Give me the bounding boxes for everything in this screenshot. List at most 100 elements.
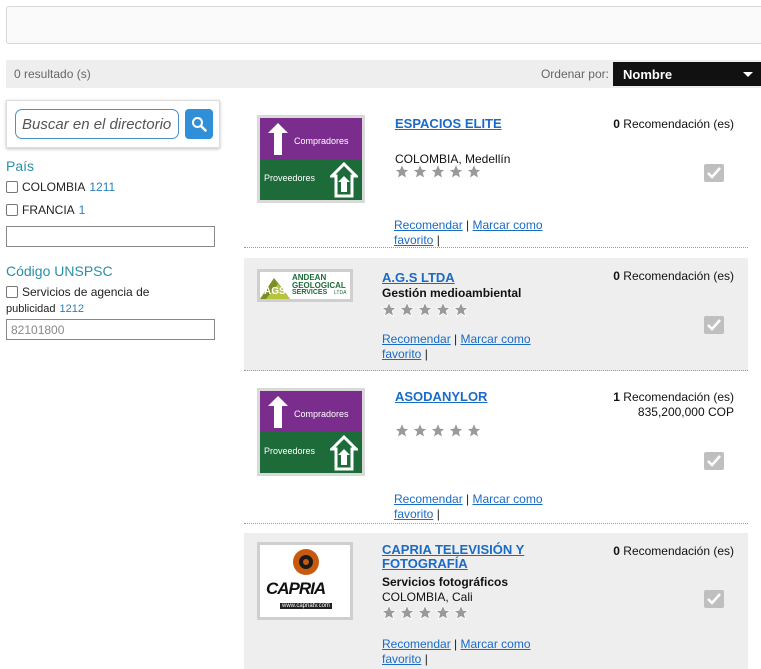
logo-text: Compradores (294, 409, 349, 419)
rating-stars[interactable] (380, 301, 470, 318)
search-input[interactable] (15, 109, 179, 139)
facet-option-count: 1 (78, 203, 86, 217)
rating-stars[interactable] (393, 422, 483, 439)
separator (244, 370, 748, 371)
check-icon (707, 593, 721, 605)
star-icon[interactable] (452, 604, 470, 621)
company-name-link[interactable]: ESPACIOS ELITE (395, 117, 502, 131)
star-icon[interactable] (411, 163, 429, 180)
facet-option-count: 1212 (59, 303, 85, 315)
rec-count: 1 (613, 390, 620, 404)
unspsc-filter-input[interactable] (6, 319, 215, 340)
favorite-toggle[interactable] (704, 590, 724, 608)
favorite-link-cont[interactable]: favorito (394, 233, 433, 247)
sort-select[interactable]: Nombre (613, 62, 761, 86)
star-icon[interactable] (429, 163, 447, 180)
logo-text: Proveedores (264, 446, 316, 456)
company-logo[interactable]: Compradores Proveedores (257, 388, 365, 476)
company-location: COLOMBIA, Cali (382, 590, 473, 604)
star-icon[interactable] (447, 422, 465, 439)
star-icon[interactable] (393, 163, 411, 180)
upload-arrow-icon (268, 396, 288, 428)
logo-text: Compradores (294, 136, 349, 146)
logo-text: www.capriatv.com (280, 603, 332, 609)
logo-text: LTDA (334, 290, 347, 296)
star-icon[interactable] (398, 604, 416, 621)
facet-unspsc-title: Código UNSPSC (6, 263, 113, 279)
facet-option-label: FRANCIA (22, 203, 75, 217)
check-icon (707, 319, 721, 331)
star-icon[interactable] (465, 163, 483, 180)
facet-option-servicios[interactable]: Servicios de agencia de (6, 285, 226, 299)
favorite-link[interactable]: Marcar como (461, 332, 531, 346)
sort-value: Nombre (623, 66, 673, 82)
favorite-link[interactable]: Marcar como (473, 218, 543, 232)
facet-option-count: 1211 (89, 180, 116, 194)
rec-label: Recomendación (es) (623, 390, 734, 404)
rating-stars[interactable] (393, 163, 483, 180)
rec-label: Recomendación (es) (623, 117, 734, 131)
favorite-toggle[interactable] (704, 452, 724, 470)
recommendations: 0 Recomendación (es) (613, 544, 734, 559)
star-icon[interactable] (398, 301, 416, 318)
company-name-link[interactable]: A.G.S LTDA (382, 271, 455, 285)
favorite-toggle[interactable] (704, 316, 724, 334)
listing-item: AGS ANDEAN GEOLOGICAL SERVICES LTDA A.G.… (244, 258, 748, 371)
house-icon (330, 162, 358, 198)
sidebar: País COLOMBIA 1211 FRANCIA 1 Código UNSP… (6, 100, 226, 340)
checkbox[interactable] (6, 181, 18, 193)
rec-count: 0 (613, 117, 620, 131)
logo-text: AGS (264, 286, 286, 297)
results-bar: 0 resultado (s) Ordenar por: Nombre (6, 60, 761, 88)
favorite-link-cont[interactable]: favorito (382, 652, 421, 666)
favorite-link[interactable]: Marcar como (461, 637, 531, 651)
company-name-link[interactable]: ASODANYLOR (395, 390, 487, 404)
star-icon[interactable] (416, 604, 434, 621)
recommendations: 1 Recomendación (es) 835,200,000 COP (613, 390, 734, 420)
listing-actions: Recomendar | Marcar como favorito | (394, 218, 543, 247)
star-icon[interactable] (380, 604, 398, 621)
search-button[interactable] (185, 109, 213, 139)
country-filter-input[interactable] (6, 226, 215, 247)
rec-count: 0 (613, 269, 620, 283)
favorite-link[interactable]: Marcar como (473, 492, 543, 506)
company-logo[interactable]: Compradores Proveedores (257, 115, 365, 203)
star-icon[interactable] (393, 422, 411, 439)
star-icon[interactable] (434, 301, 452, 318)
checkbox[interactable] (6, 204, 18, 216)
star-icon[interactable] (429, 422, 447, 439)
logo-text: CAPRIA (266, 579, 326, 598)
favorite-link-cont[interactable]: favorito (394, 507, 433, 521)
facet-country-title: País (6, 158, 35, 174)
company-name-link[interactable]: CAPRIA TELEVISIÓN Y FOTOGRAFÍA (382, 543, 524, 571)
star-icon[interactable] (411, 422, 429, 439)
facet-option-colombia[interactable]: COLOMBIA 1211 (6, 180, 226, 194)
star-icon[interactable] (447, 163, 465, 180)
checkbox[interactable] (6, 286, 18, 298)
recommend-link[interactable]: Recomendar (382, 332, 451, 346)
star-icon[interactable] (416, 301, 434, 318)
recommend-link[interactable]: Recomendar (394, 492, 463, 506)
rating-stars[interactable] (380, 604, 470, 621)
company-category: Servicios fotográficos (382, 575, 509, 589)
facet-option-label: publicidad (6, 303, 56, 315)
star-icon[interactable] (465, 422, 483, 439)
check-icon (707, 455, 721, 467)
star-icon[interactable] (380, 301, 398, 318)
company-name-line: FOTOGRAFÍA (382, 556, 468, 571)
facet-option-francia[interactable]: FRANCIA 1 (6, 203, 226, 217)
star-icon[interactable] (452, 301, 470, 318)
top-bar (6, 6, 761, 44)
search-icon (192, 117, 207, 132)
company-category: Gestión medioambiental (382, 286, 522, 300)
star-icon[interactable] (434, 604, 452, 621)
recommend-link[interactable]: Recomendar (382, 637, 451, 651)
company-name-line: CAPRIA TELEVISIÓN Y (382, 542, 525, 557)
search-box (6, 100, 220, 148)
recommend-link[interactable]: Recomendar (394, 218, 463, 232)
company-logo[interactable]: AGS ANDEAN GEOLOGICAL SERVICES LTDA (257, 269, 353, 302)
favorite-toggle[interactable] (704, 164, 724, 182)
company-logo[interactable]: CAPRIA www.capriatv.com (257, 542, 353, 620)
check-icon (707, 167, 721, 179)
favorite-link-cont[interactable]: favorito (382, 347, 421, 361)
